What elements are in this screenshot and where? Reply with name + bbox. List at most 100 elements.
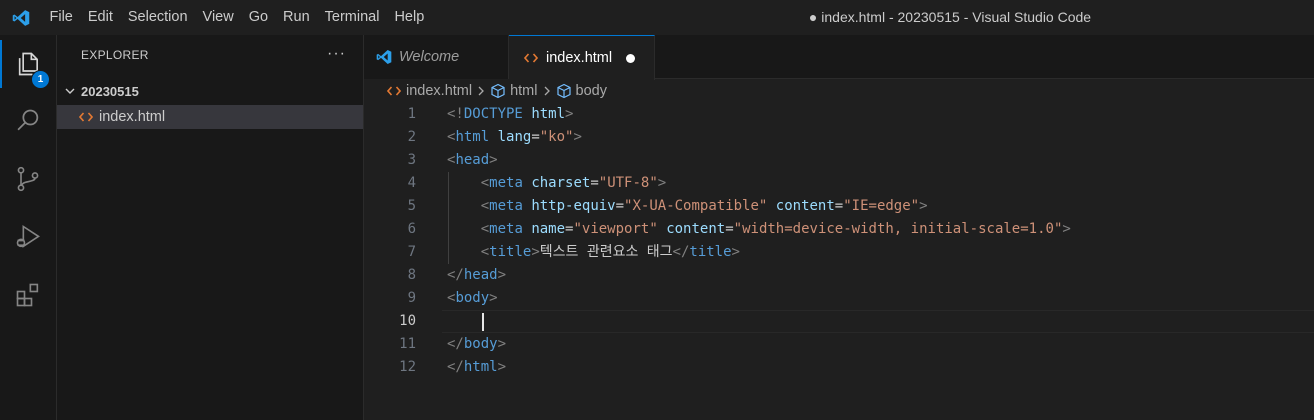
extensions-icon[interactable] <box>0 271 56 319</box>
code-line[interactable]: 9 <body> <box>364 287 1314 310</box>
code-tag: DOCTYPE <box>463 106 523 122</box>
line-content <box>447 310 481 333</box>
breadcrumb: index.html html body <box>386 80 607 102</box>
code-bracket: </ <box>672 244 690 260</box>
breadcrumb-label: index.html <box>406 83 473 99</box>
explorer-sidebar: EXPLORER ··· 20230515 index.html <box>57 35 364 420</box>
line-number: 10 <box>399 313 416 329</box>
code-tag: head <box>463 267 498 283</box>
code-equals: = <box>531 129 540 145</box>
menu-selection[interactable]: Selection <box>120 0 195 35</box>
code-tag: html <box>463 359 498 375</box>
code-tag: head <box>455 152 490 168</box>
folder-row[interactable]: 20230515 <box>57 80 363 102</box>
code-attribute: content <box>666 221 726 237</box>
menu-go[interactable]: Go <box>241 0 275 35</box>
menu-file[interactable]: File <box>42 0 80 35</box>
code-attribute: content <box>775 198 835 214</box>
search-icon[interactable] <box>0 97 56 145</box>
menu-help[interactable]: Help <box>387 0 432 35</box>
code-bracket: > <box>919 198 928 214</box>
line-number: 1 <box>407 106 416 122</box>
code-tag: title <box>689 244 732 260</box>
line-number: 11 <box>399 336 416 352</box>
code-string: "ko" <box>539 129 574 145</box>
code-line[interactable]: 1 <!DOCTYPE html> <box>364 103 1314 126</box>
explorer-badge: 1 <box>31 70 50 89</box>
line-number: 8 <box>407 267 416 283</box>
code-equals: = <box>590 175 599 191</box>
code-bracket: > <box>731 244 740 260</box>
line-content: <meta http-equiv = "X-UA-Compatible" conte… <box>447 195 928 218</box>
line-content: <meta charset="UTF-8"> <box>447 172 667 195</box>
code-line[interactable]: 12 </html> <box>364 356 1314 379</box>
line-content: <!DOCTYPE html> <box>447 103 573 126</box>
code-equals: = <box>834 198 844 214</box>
line-number: 12 <box>399 359 416 375</box>
element-cube-icon <box>490 83 506 99</box>
code-attribute: http-equiv <box>531 198 616 214</box>
explorer-icon[interactable]: 1 <box>0 40 56 89</box>
breadcrumb-file[interactable]: index.html <box>386 83 472 99</box>
code-line[interactable]: 4 <meta charset="UTF-8"> <box>364 172 1314 195</box>
code-line[interactable]: 3 <head> <box>364 149 1314 172</box>
breadcrumb-html[interactable]: html <box>490 83 538 99</box>
line-content: </body> <box>447 333 506 356</box>
line-content: <html lang="ko"> <box>447 126 582 149</box>
tab-welcome[interactable]: Welcome <box>364 35 509 79</box>
menu-bar: File Edit Selection View Go Run Terminal… <box>42 0 432 35</box>
code-tag: meta <box>489 198 523 214</box>
breadcrumb-body[interactable]: body <box>556 83 607 99</box>
code-line[interactable]: 8 </head> <box>364 264 1314 287</box>
code-bracket: < <box>480 244 490 260</box>
code-string: "IE=edge" <box>843 198 920 214</box>
line-content: <head> <box>447 149 498 172</box>
code-bracket: </ <box>447 336 464 352</box>
folder-name: 20230515 <box>81 83 139 99</box>
tab-bar: Welcome index.html <box>364 35 1314 80</box>
line-content: </html> <box>447 356 506 379</box>
code-bracket: </ <box>447 359 464 375</box>
menu-view[interactable]: View <box>195 0 241 35</box>
line-number: 7 <box>407 244 416 260</box>
code-bracket: < <box>480 198 490 214</box>
line-content: <meta name="viewport" content="width=dev… <box>447 218 1071 241</box>
code-bracket: < <box>480 175 490 191</box>
menu-run[interactable]: Run <box>276 0 318 35</box>
file-item-index-html[interactable]: index.html <box>57 105 363 129</box>
code-text: 텍스트 관련요소 태그 <box>539 244 673 260</box>
breadcrumb-label: html <box>510 83 538 99</box>
code-line[interactable]: 7 <title>텍스트 관련요소 태그</title> <box>364 241 1314 264</box>
menu-edit[interactable]: Edit <box>80 0 120 35</box>
more-actions-button[interactable]: ··· <box>327 45 346 63</box>
current-line-highlight <box>442 310 1314 333</box>
line-content: <title>텍스트 관련요소 태그</title> <box>447 241 740 264</box>
source-control-icon[interactable] <box>0 155 56 203</box>
run-debug-icon[interactable] <box>0 213 56 261</box>
code-attribute: charset <box>531 175 591 191</box>
code-line[interactable]: 10 <box>364 310 1314 333</box>
code-line[interactable]: 5 <meta http-equiv="X-UA-Compatible" con… <box>364 195 1314 218</box>
code-string: "UTF-8" <box>598 175 658 191</box>
code-string: "X-UA-Compatible" <box>624 198 768 214</box>
code-bracket: > <box>531 244 540 260</box>
menu-terminal[interactable]: Terminal <box>317 0 387 35</box>
code-bracket: > <box>1062 221 1071 237</box>
line-number: 3 <box>407 152 416 168</box>
unsaved-indicator[interactable] <box>626 53 636 63</box>
code-tag: body <box>455 290 490 306</box>
code-attribute: html <box>531 106 566 122</box>
code-line[interactable]: 6 <meta name="viewport" content="width=d… <box>364 218 1314 241</box>
tab-index-html[interactable]: index.html <box>509 35 655 80</box>
line-number: 2 <box>407 129 416 145</box>
code-attribute: name <box>531 221 566 237</box>
element-cube-icon <box>556 83 572 99</box>
code-tag: meta <box>489 221 523 237</box>
code-line[interactable]: 2 <html lang="ko"> <box>364 126 1314 149</box>
code-bracket: > <box>497 336 507 352</box>
title-bar: File Edit Selection View Go Run Terminal… <box>0 0 1314 35</box>
code-line[interactable]: 11 </body> <box>364 333 1314 356</box>
